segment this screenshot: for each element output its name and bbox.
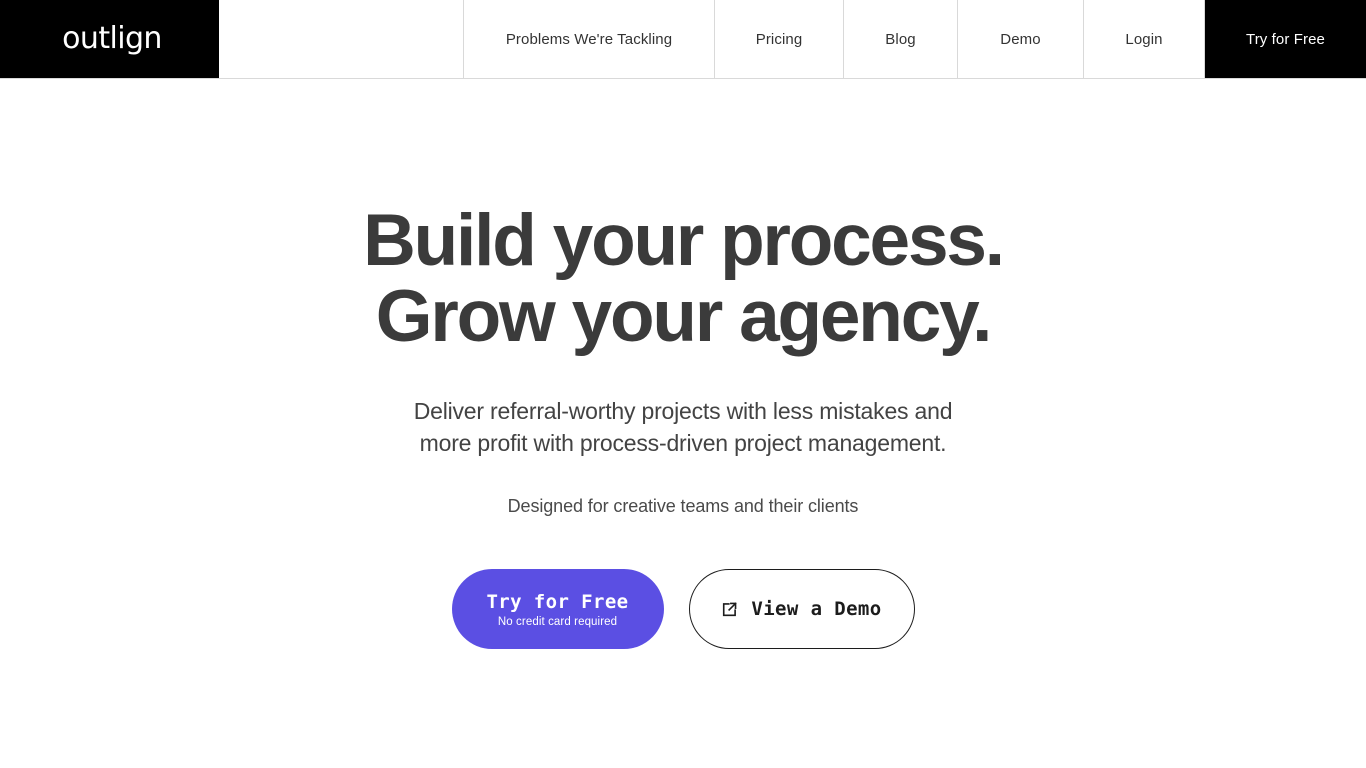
subheadline-line-1: Deliver referral-worthy projects with le… <box>413 398 953 424</box>
external-link-icon <box>721 601 738 618</box>
nav-item-login[interactable]: Login <box>1084 0 1205 78</box>
view-a-demo-button[interactable]: View a Demo <box>688 569 915 649</box>
logo-text: outlign <box>62 21 162 56</box>
nav-item-label: Blog <box>885 30 916 48</box>
headline-line-1: Build your process. <box>363 200 1005 281</box>
nav-item-pricing[interactable]: Pricing <box>715 0 844 78</box>
subheadline-line-2: more profit with process-driven project … <box>419 430 947 456</box>
view-a-demo-label: View a Demo <box>751 597 882 620</box>
hero-tagline: Designed for creative teams and their cl… <box>507 496 859 516</box>
hero-subheadline: Deliver referral-worthy projects with le… <box>414 395 953 459</box>
nav-item-label: Problems We're Tackling <box>505 30 673 48</box>
nav-item-label: Login <box>1125 30 1163 48</box>
nav-item-problems-were-tackling[interactable]: Problems We're Tackling <box>464 0 715 78</box>
try-for-free-label: Try for Free <box>486 591 629 614</box>
headline-line-2: Grow your agency. <box>375 276 993 357</box>
nav-try-for-free-button[interactable]: Try for Free <box>1205 0 1366 78</box>
nav-cta-label: Try for Free <box>1246 30 1325 48</box>
try-for-free-button[interactable]: Try for Free No credit card required <box>451 569 664 649</box>
hero-cta-row: Try for Free No credit card required Vie… <box>451 569 915 649</box>
nav-spacer <box>219 0 464 78</box>
no-credit-card-note: No credit card required <box>497 615 618 628</box>
logo-home-link[interactable]: outlign <box>0 0 219 78</box>
nav-item-label: Demo <box>1000 30 1041 48</box>
site-header: outlign Problems We're Tackling Pricing … <box>0 0 1366 79</box>
page-title: Build your process. Grow your agency. <box>363 200 1005 357</box>
nav-item-blog[interactable]: Blog <box>844 0 958 78</box>
nav-item-demo[interactable]: Demo <box>958 0 1084 78</box>
hero-section: Build your process. Grow your agency. De… <box>0 79 1366 768</box>
nav-item-label: Pricing <box>755 30 803 48</box>
